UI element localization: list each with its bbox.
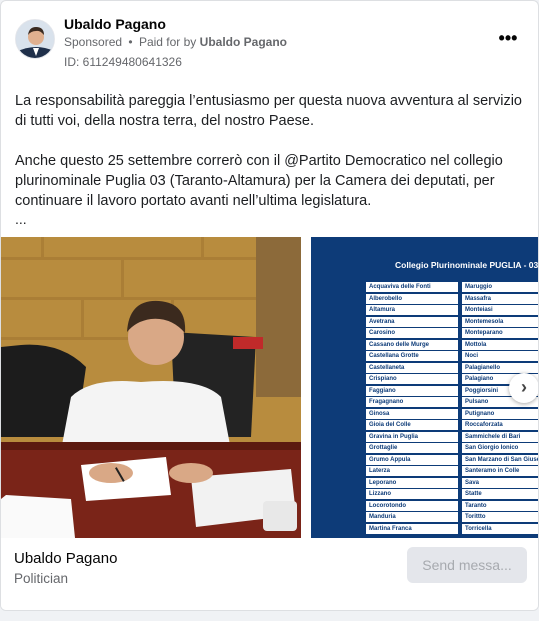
carousel-photo[interactable]	[1, 237, 301, 538]
list-item: Statte	[462, 489, 538, 499]
list-item: Manduria	[366, 512, 458, 522]
ad-id: ID: 611249480641326	[64, 55, 182, 69]
list-left-column: Acquaviva delle Fonti Alberobello Altamura…	[366, 282, 458, 535]
list-item: Putignano	[462, 408, 538, 419]
list-item: Castellana Grotte	[366, 351, 458, 361]
post-header: Ubaldo Pagano Sponsored • Paid for by Ub…	[13, 13, 526, 73]
list-item: Alberobello	[366, 293, 458, 304]
list-item: Sammichele di Bari	[462, 431, 538, 442]
paid-for-prefix: Paid for by	[138, 35, 197, 49]
post-body: La responsabilità pareggia l’entusiasmo …	[15, 91, 525, 231]
list-item: Palagianello	[462, 362, 538, 373]
list-item: Sava	[462, 477, 538, 488]
list-item: Grottaglie	[366, 443, 458, 453]
list-item: Monteparano	[462, 328, 538, 338]
avatar[interactable]	[15, 19, 55, 59]
list-item: Massafra	[462, 293, 538, 304]
list-item: Martina Franca	[366, 523, 458, 534]
more-options-icon[interactable]: •••	[494, 29, 522, 51]
list-item: Torittto	[462, 512, 538, 522]
list-item: Locorotondo	[366, 500, 458, 511]
sponsored-label: Sponsored	[64, 35, 123, 49]
image-carousel: Collegio Plurinominale PUGLIA - 03 Acqua…	[1, 237, 539, 538]
list-item: Santeramo in Colle	[462, 466, 538, 476]
list-item: Leporano	[366, 477, 458, 488]
list-item: Faggiano	[366, 385, 458, 396]
list-item: Torricella	[462, 523, 538, 534]
list-item: Roccaforzata	[462, 420, 538, 430]
list-item: Mottola	[462, 339, 538, 350]
list-right-column: Maruggio Massafra Monteiasi Montemesola Mont…	[462, 282, 538, 535]
paid-for-name: Ubaldo Pagano	[199, 35, 287, 49]
list-item: Lizzano	[366, 489, 458, 499]
list-item: Montemesola	[462, 316, 538, 327]
slide-title: Collegio Plurinominale PUGLIA - 03	[395, 260, 539, 270]
separator-dot: •	[128, 35, 133, 49]
list-item: Gioia del Colle	[366, 420, 458, 430]
list-item: Maruggio	[462, 282, 538, 292]
list-item: Fragagnano	[366, 397, 458, 407]
post-paragraph-2: Anche questo 25 settembre correrò con il…	[15, 153, 503, 209]
footer-page-category: Politician	[14, 571, 69, 586]
list-item: Gravina in Puglia	[366, 431, 458, 442]
post-footer: Ubaldo Pagano Politician Send messa...	[1, 538, 538, 610]
see-more-ellipsis[interactable]: ...	[15, 209, 27, 229]
list-item: Monteiasi	[462, 305, 538, 315]
list-item: Castellaneta	[366, 362, 458, 373]
list-item: San Giorgio Ionico	[462, 443, 538, 453]
list-item: Laterza	[366, 466, 458, 476]
list-item: Carosino	[366, 328, 458, 338]
footer-page-name[interactable]: Ubaldo Pagano	[14, 550, 117, 567]
list-item: Grumo Appula	[366, 454, 458, 465]
list-item: Avetrana	[366, 316, 458, 327]
list-item: Acquaviva delle Fonti	[366, 282, 458, 292]
list-item: Noci	[462, 351, 538, 361]
carousel-next-icon[interactable]: ›	[509, 373, 538, 403]
page-name[interactable]: Ubaldo Pagano	[64, 16, 166, 32]
list-item: Ginosa	[366, 408, 458, 419]
send-message-button[interactable]: Send messa...	[407, 547, 527, 583]
list-item: San Marzano di San Giuseppe	[462, 454, 538, 465]
ad-card: Ubaldo Pagano Sponsored • Paid for by Ub…	[0, 0, 539, 611]
list-item: Cassano delle Murge	[366, 339, 458, 350]
list-item: Crispiano	[366, 374, 458, 384]
list-item: Taranto	[462, 500, 538, 511]
sponsored-line: Sponsored • Paid for by Ubaldo Pagano	[64, 35, 287, 49]
carousel-municipalities-list[interactable]: Collegio Plurinominale PUGLIA - 03 Acqua…	[311, 237, 539, 538]
list-item: Altamura	[366, 305, 458, 315]
post-paragraph-1: La responsabilità pareggia l’entusiasmo …	[15, 93, 522, 129]
